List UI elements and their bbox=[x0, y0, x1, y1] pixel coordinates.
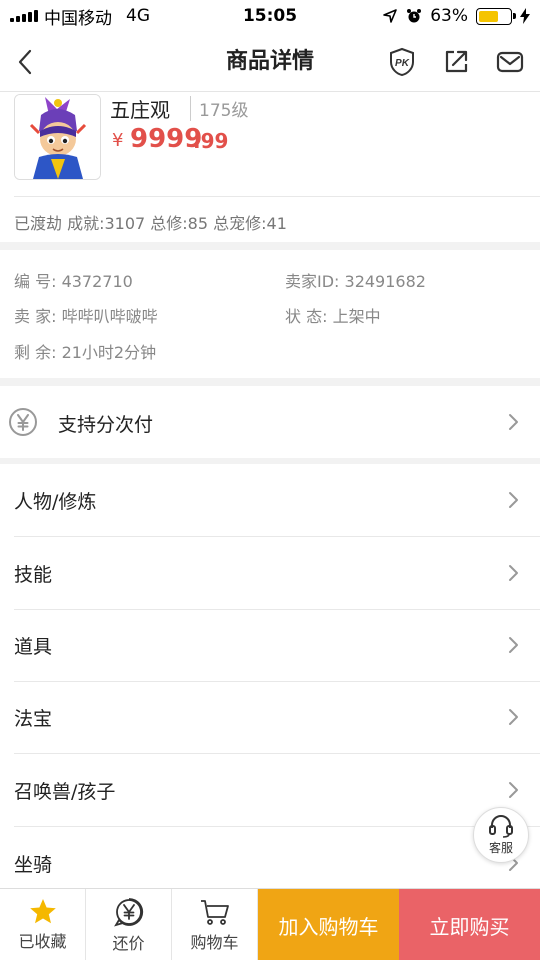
buy-now-button[interactable]: 立即购买 bbox=[399, 889, 540, 960]
favorite-button[interactable]: 已收藏 bbox=[0, 889, 86, 960]
product-stats: 已渡劫 成就:3107 总修:85 总宠修:41 bbox=[14, 214, 287, 233]
yen-circle-icon bbox=[9, 408, 37, 436]
pk-button[interactable]: PK bbox=[386, 46, 418, 78]
shopping-cart-icon bbox=[200, 899, 229, 925]
info-remaining-time: 剩 余: 21小时2分钟 bbox=[14, 343, 157, 362]
bargain-button[interactable]: 还价 bbox=[86, 889, 172, 960]
svg-text:PK: PK bbox=[395, 58, 410, 69]
menu-item-label: 坐骑 bbox=[14, 854, 53, 876]
product-level: 175级 bbox=[190, 96, 248, 121]
alarm-clock-icon bbox=[407, 9, 422, 23]
nav-bar: 商品详情 PK bbox=[0, 32, 540, 92]
location-arrow-icon bbox=[383, 9, 398, 23]
chevron-right-icon bbox=[509, 637, 518, 653]
network-type: 4G bbox=[126, 6, 150, 26]
menu-item-mounts[interactable]: 坐骑 bbox=[0, 827, 540, 888]
star-filled-icon bbox=[29, 899, 56, 924]
menu-item-label: 人物/修炼 bbox=[14, 491, 97, 513]
favorite-label: 已收藏 bbox=[18, 932, 67, 951]
bargain-yen-icon bbox=[113, 897, 143, 926]
share-icon bbox=[445, 50, 468, 73]
menu-item-summons[interactable]: 召唤兽/孩子 bbox=[0, 754, 540, 827]
mail-icon bbox=[496, 51, 524, 73]
price-decimal: .99 bbox=[193, 129, 229, 153]
status-bar: 中国移动 4G 15:05 63% bbox=[0, 0, 540, 32]
bargain-label: 还价 bbox=[112, 933, 145, 953]
customer-service-button[interactable]: 客服 bbox=[473, 807, 529, 863]
message-button[interactable] bbox=[494, 46, 526, 78]
pk-badge-icon: PK bbox=[390, 47, 414, 77]
bottom-action-bar: 已收藏 还价 购物车 加入购物车 立即购买 bbox=[0, 888, 540, 960]
divider bbox=[14, 196, 540, 197]
chevron-right-icon bbox=[509, 414, 518, 430]
installment-row[interactable]: 支持分次付 bbox=[0, 386, 540, 458]
info-seller-id: 卖家ID: 32491682 bbox=[285, 272, 426, 291]
info-seller: 卖 家: 哔哔叭哔啵哔 bbox=[14, 307, 158, 326]
back-button[interactable] bbox=[10, 44, 40, 80]
status-right-group: 63% bbox=[382, 0, 530, 32]
cart-button[interactable]: 购物车 bbox=[172, 889, 258, 960]
chevron-right-icon bbox=[509, 492, 518, 508]
character-avatar[interactable] bbox=[14, 94, 101, 180]
charging-bolt-icon bbox=[520, 8, 530, 24]
character-portrait-image bbox=[15, 95, 100, 179]
add-to-cart-button[interactable]: 加入购物车 bbox=[258, 889, 399, 960]
carrier-name: 中国移动 bbox=[44, 8, 112, 29]
info-status: 状 态: 上架中 bbox=[285, 307, 381, 326]
menu-item-skills[interactable]: 技能 bbox=[0, 537, 540, 610]
chevron-right-icon bbox=[509, 565, 518, 581]
price-integer: 9999 bbox=[130, 124, 203, 154]
product-info-section: 编 号: 4372710 卖家ID: 32491682 卖 家: 哔哔叭哔啵哔 … bbox=[0, 250, 540, 378]
chevron-right-icon bbox=[509, 782, 518, 798]
nav-actions: PK bbox=[386, 46, 526, 78]
installment-label: 支持分次付 bbox=[58, 414, 154, 436]
menu-item-treasures[interactable]: 法宝 bbox=[0, 681, 540, 754]
share-button[interactable] bbox=[440, 46, 472, 78]
price-currency: ¥ bbox=[112, 130, 124, 151]
menu-item-label: 技能 bbox=[14, 564, 53, 586]
menu-item-items[interactable]: 道具 bbox=[0, 609, 540, 682]
product-card: 五庄观 175级 ¥ 9999 .99 已渡劫 成就:3107 总修:85 总宠… bbox=[0, 92, 540, 242]
product-name: 五庄观 bbox=[110, 98, 170, 122]
detail-menu-list: 人物/修炼 技能 道具 法宝 召唤兽/孩子 坐骑 bbox=[0, 464, 540, 888]
info-serial-number: 编 号: 4372710 bbox=[14, 272, 133, 291]
menu-item-character[interactable]: 人物/修炼 bbox=[0, 464, 540, 537]
cart-label: 购物车 bbox=[190, 932, 239, 952]
back-arrow-icon bbox=[18, 49, 32, 75]
battery-percent: 63% bbox=[430, 6, 468, 26]
menu-item-label: 道具 bbox=[14, 636, 53, 658]
signal-strength-icon bbox=[10, 10, 38, 22]
customer-service-label: 客服 bbox=[488, 841, 513, 855]
headset-icon bbox=[489, 815, 513, 838]
menu-item-label: 召唤兽/孩子 bbox=[14, 781, 116, 803]
menu-item-label: 法宝 bbox=[14, 708, 53, 730]
chevron-right-icon bbox=[509, 709, 518, 725]
battery-icon bbox=[476, 7, 516, 25]
